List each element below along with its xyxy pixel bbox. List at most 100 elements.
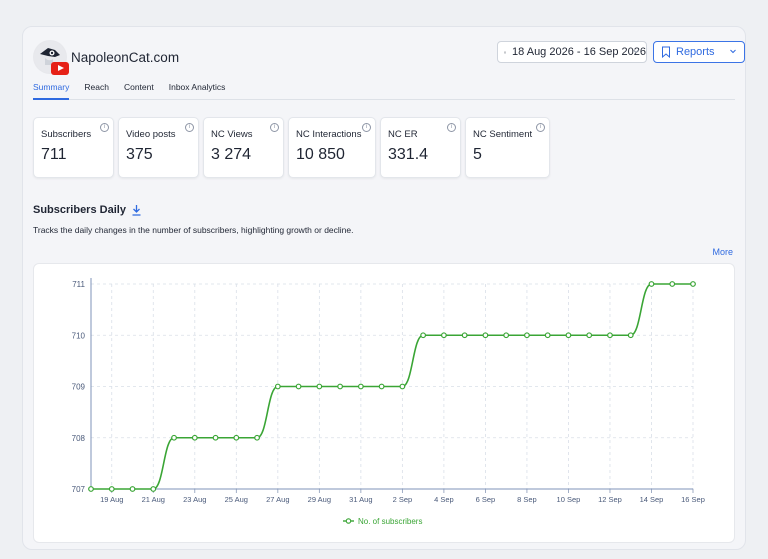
metric-value: 375: [126, 146, 153, 163]
data-point: [565, 332, 572, 339]
data-point: [233, 434, 240, 441]
x-tick-label: 31 Aug: [349, 495, 372, 504]
x-tick-label: 23 Aug: [183, 495, 206, 504]
x-tick-label: 21 Aug: [142, 495, 165, 504]
metric-label: NC ER: [388, 129, 418, 140]
x-tick-label: 16 Sep: [681, 495, 705, 504]
more-link[interactable]: More: [712, 247, 733, 257]
data-point: [627, 332, 634, 339]
info-icon[interactable]: i: [270, 123, 279, 132]
data-point: [108, 486, 115, 492]
metric-label: Subscribers: [41, 129, 92, 140]
data-point: [191, 434, 198, 441]
data-point: [171, 434, 177, 441]
metric-card-nc-sentiment[interactable]: NC Sentiment i 5: [465, 117, 550, 178]
x-tick-label: 14 Sep: [640, 495, 664, 504]
metric-value: 5: [473, 146, 482, 163]
chevron-down-icon: [730, 49, 736, 54]
analytics-panel: NapoleonCat.com 18 Aug 2026 - 16 Sep 202…: [22, 26, 746, 550]
subscribers-chart: 707 708 709 710 711 19 Aug 21 Aug 23 Aug 25 Aug 2…: [33, 263, 735, 543]
data-point: [378, 383, 385, 390]
data-point: [88, 486, 94, 492]
x-tick-label: 2 Sep: [393, 495, 413, 504]
metric-card-nc-er[interactable]: NC ER i 331.4: [380, 117, 461, 178]
avatar: [33, 40, 69, 75]
data-point: [482, 332, 489, 339]
youtube-icon: [51, 62, 69, 75]
y-tick-label: 708: [72, 434, 86, 443]
data-point: [316, 383, 323, 390]
metric-label: NC Interactions: [296, 129, 362, 140]
data-point: [461, 332, 468, 339]
metric-card-nc-views[interactable]: NC Views i 3 274: [203, 117, 284, 178]
x-tick-label: 8 Sep: [517, 495, 537, 504]
section-title: Subscribers Daily: [33, 204, 142, 216]
metric-cards: Subscribers i 711 Video posts i 375 NC V…: [33, 117, 554, 178]
x-tick-label: 6 Sep: [476, 495, 496, 504]
metric-card-subscribers[interactable]: Subscribers i 711: [33, 117, 114, 178]
metric-value: 10 850: [296, 146, 345, 163]
metric-card-video-posts[interactable]: Video posts i 375: [118, 117, 199, 178]
data-point: [399, 383, 406, 390]
y-tick-label: 709: [72, 383, 86, 392]
data-point: [503, 332, 510, 339]
x-tick-label: 25 Aug: [225, 495, 248, 504]
y-tick-label: 711: [72, 280, 85, 289]
brand-name: NapoleonCat.com: [71, 49, 180, 65]
data-point: [669, 281, 676, 287]
data-point: [440, 332, 447, 339]
top-bar: NapoleonCat.com 18 Aug 2026 - 16 Sep 202…: [33, 37, 745, 77]
x-tick-label: 12 Sep: [598, 495, 622, 504]
data-point: [357, 383, 364, 390]
info-icon[interactable]: i: [447, 123, 456, 132]
data-point: [607, 332, 613, 339]
metric-value: 711: [41, 146, 67, 163]
data-point: [524, 332, 530, 339]
y-tick-label: 707: [72, 485, 86, 494]
tab-summary[interactable]: Summary: [33, 79, 70, 100]
metric-value: 3 274: [211, 146, 252, 163]
data-point: [150, 486, 157, 492]
info-icon[interactable]: i: [100, 123, 109, 132]
section-title-text: Subscribers Daily: [33, 204, 126, 216]
info-icon[interactable]: i: [536, 123, 545, 132]
data-point: [690, 281, 696, 287]
tab-content[interactable]: Content: [124, 79, 154, 100]
subscribers-daily-chart: 707 708 709 710 711 19 Aug 21 Aug 23 Aug 25 Aug 2…: [72, 278, 705, 526]
tab-reach[interactable]: Reach: [84, 79, 109, 100]
data-point: [212, 434, 219, 441]
y-tick-label: 710: [72, 331, 86, 340]
x-tick-label: 29 Aug: [308, 495, 331, 504]
x-tick-label: 27 Aug: [266, 495, 289, 504]
x-tick-label: 4 Sep: [434, 495, 454, 504]
data-point: [586, 332, 593, 339]
calendar-icon: [504, 51, 506, 53]
metric-label: NC Sentiment: [473, 129, 533, 140]
tab-bar: Summary Reach Content Inbox Analytics: [33, 79, 735, 100]
data-point: [254, 434, 260, 441]
date-range-label: 18 Aug 2026 - 16 Sep 2026: [512, 46, 646, 58]
data-point: [295, 383, 302, 390]
x-tick-label: 19 Aug: [100, 495, 123, 504]
reports-label: Reports: [676, 46, 715, 58]
chevron-down-icon: [633, 49, 639, 54]
reports-dropdown[interactable]: Reports: [653, 41, 745, 63]
tab-inbox-analytics[interactable]: Inbox Analytics: [169, 79, 226, 100]
metric-label: Video posts: [126, 129, 176, 140]
download-icon[interactable]: [131, 204, 142, 216]
legend-marker: [345, 518, 352, 524]
info-icon[interactable]: i: [362, 123, 371, 132]
bookmark-icon: [662, 46, 670, 58]
date-range-picker[interactable]: 18 Aug 2026 - 16 Sep 2026: [497, 41, 647, 63]
brand: NapoleonCat.com: [33, 37, 179, 77]
data-point: [648, 281, 655, 287]
data-point: [544, 332, 551, 339]
data-point: [129, 486, 136, 492]
data-point: [274, 383, 281, 390]
section-description: Tracks the daily changes in the number o…: [33, 225, 354, 235]
info-icon[interactable]: i: [185, 123, 194, 132]
x-tick-label: 10 Sep: [557, 495, 581, 504]
metric-label: NC Views: [211, 129, 253, 140]
metric-card-nc-interactions[interactable]: NC Interactions i 10 850: [288, 117, 376, 178]
data-point: [420, 332, 427, 339]
